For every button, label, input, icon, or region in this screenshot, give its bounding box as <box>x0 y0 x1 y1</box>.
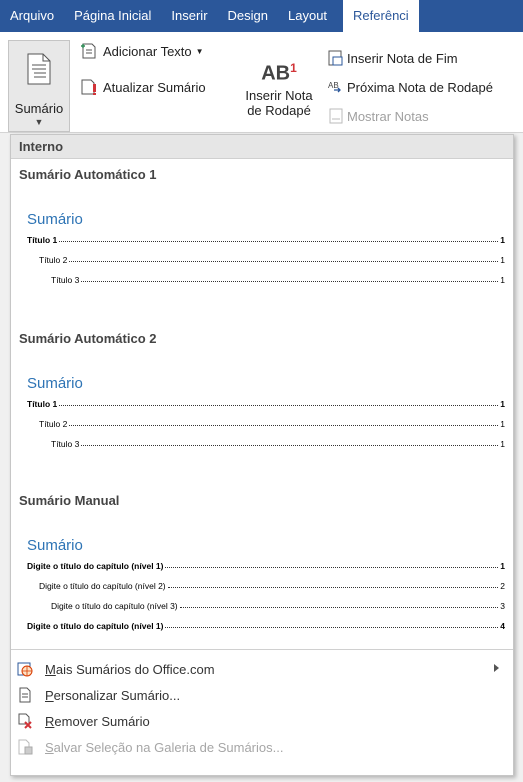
sumario-label: Sumário <box>14 101 64 116</box>
next-footnote-icon: AB <box>328 81 341 93</box>
toc-row-page: 1 <box>500 275 505 285</box>
accelerator-key: P <box>45 687 54 703</box>
section-header-interno: Interno <box>11 135 513 159</box>
toc-heading: Sumário <box>27 211 83 228</box>
toc-row-page: 1 <box>500 235 505 245</box>
atualizar-sumario-label: Atualizar Sumário <box>103 79 206 95</box>
inserir-nota-fim-button[interactable]: Inserir Nota de Fim <box>328 50 458 66</box>
gallery-item-manual[interactable]: Sumário Digite o título do capítulo (nív… <box>11 511 513 641</box>
menu-item-label-rest: alvar Seleção na Galeria de Sumários... <box>53 739 284 755</box>
toc-row: Digite o título do capítulo (nível 1) 4 <box>27 617 505 631</box>
gallery-item-automatico-1[interactable]: Sumário Título 1 1 Título 2 1 Título 3 1 <box>11 185 513 315</box>
tab-arquivo[interactable]: Arquivo <box>0 0 64 32</box>
toc-row-text: Título 2 <box>39 255 68 265</box>
tab-referencias[interactable]: Referênci <box>343 0 419 32</box>
toc-row-page: 4 <box>500 621 505 631</box>
menu-item-label-rest: ersonalizar Sumário... <box>53 687 181 703</box>
toc-row-text: Digite o título do capítulo (nível 3) <box>51 601 178 611</box>
adicionar-texto-button[interactable]: Adicionar Texto ▼ <box>80 42 204 60</box>
svg-text:AB: AB <box>328 81 339 90</box>
footnote-icon-superscript: 1 <box>290 61 297 75</box>
accelerator-key: S <box>45 739 54 755</box>
proxima-nota-label: Próxima Nota de Rodapé <box>347 79 493 95</box>
sumario-button[interactable]: Sumário ▼ <box>8 40 70 132</box>
toc-row-page: 1 <box>500 255 505 265</box>
toc-heading: Sumário <box>27 375 83 392</box>
toc-row: Título 3 1 <box>27 271 505 285</box>
toc-row: Título 3 1 <box>27 435 505 449</box>
menu-item-label: Remover Sumário <box>45 714 150 729</box>
menu-item-salvar-selecao[interactable]: Salvar Seleção na Galeria de Sumários... <box>11 735 513 759</box>
toc-row-page: 1 <box>500 419 505 429</box>
toc-row-text: Digite o título do capítulo (nível 1) <box>27 621 164 631</box>
menu-item-label: Personalizar Sumário... <box>45 688 180 703</box>
tab-design[interactable]: Design <box>218 0 278 32</box>
tab-pagina-inicial[interactable]: Página Inicial <box>64 0 161 32</box>
accelerator-key: R <box>45 713 55 729</box>
menu-item-personalizar-sumario[interactable]: Personalizar Sumário... <box>11 683 513 707</box>
refresh-document-icon <box>81 79 96 95</box>
document-settings-icon <box>17 687 33 703</box>
toc-row-page: 1 <box>500 399 505 409</box>
menu-item-label-rest: ais Sumários do Office.com <box>55 661 215 677</box>
proxima-nota-button[interactable]: AB Próxima Nota de Rodapé <box>328 79 493 95</box>
menu-item-remover-sumario[interactable]: Remover Sumário <box>11 709 513 733</box>
footnote-icon: AB1 <box>240 50 318 88</box>
gallery-title-manual: Sumário Manual <box>19 493 120 508</box>
gallery-title-automatico-1: Sumário Automático 1 <box>19 167 157 182</box>
gallery-item-automatico-2[interactable]: Sumário Título 1 1 Título 2 1 Título 3 1 <box>11 349 513 479</box>
inserir-nota-fim-label: Inserir Nota de Fim <box>347 50 458 66</box>
remove-document-icon <box>17 713 33 729</box>
toc-row-text: Título 2 <box>39 419 68 429</box>
tab-inserir[interactable]: Inserir <box>161 0 217 32</box>
save-to-gallery-icon <box>17 739 33 755</box>
toc-row-text: Título 3 <box>51 439 80 449</box>
menu-item-label-rest: emover Sumário <box>54 713 150 729</box>
inserir-nota-label-line2: de Rodapé <box>247 103 311 118</box>
menu-item-mais-sumarios[interactable]: Mais Sumários do Office.com <box>11 657 513 681</box>
toc-row: Título 2 1 <box>27 251 505 265</box>
inserir-nota-rodape-button[interactable]: AB1 Inserir Nota de Rodapé <box>240 50 318 118</box>
toc-row: Digite o título do capítulo (nível 3) 3 <box>27 597 505 611</box>
show-notes-icon <box>329 108 343 124</box>
toc-row-text: Título 3 <box>51 275 80 285</box>
toc-row-text: Digite o título do capítulo (nível 1) <box>27 561 164 571</box>
toc-row-text: Título 1 <box>27 235 58 245</box>
chevron-down-icon: ▼ <box>34 117 44 127</box>
toc-row-text: Título 1 <box>27 399 58 409</box>
mostrar-notas-button[interactable]: Mostrar Notas <box>328 108 429 124</box>
toc-row: Digite o título do capítulo (nível 2) 2 <box>27 577 505 591</box>
menu-item-label: Mais Sumários do Office.com <box>45 662 215 677</box>
menu-separator <box>11 649 513 650</box>
add-text-icon <box>81 43 96 59</box>
endnote-icon <box>328 50 343 66</box>
adicionar-texto-label: Adicionar Texto <box>103 43 192 59</box>
toc-row: Título 1 1 <box>27 231 505 245</box>
inserir-nota-label-line1: Inserir Nota <box>245 88 313 103</box>
sumario-dropdown: Interno Sumário Automático 1 Sumário Tít… <box>10 134 514 776</box>
ribbon-tab-bar: Arquivo Página Inicial Inserir Design La… <box>0 0 523 32</box>
office-globe-icon <box>17 661 33 677</box>
toc-row: Título 2 1 <box>27 415 505 429</box>
toc-row: Título 1 1 <box>27 395 505 409</box>
atualizar-sumario-button[interactable]: Atualizar Sumário <box>80 78 206 96</box>
chevron-down-icon: ▼ <box>195 46 204 56</box>
toc-row-page: 2 <box>500 581 505 591</box>
toc-row-page: 1 <box>500 439 505 449</box>
submenu-arrow-icon <box>494 664 499 672</box>
mostrar-notas-label: Mostrar Notas <box>347 108 429 124</box>
footnote-icon-letters: AB <box>261 62 291 85</box>
toc-heading: Sumário <box>27 537 83 554</box>
tab-layout[interactable]: Layout <box>278 0 337 32</box>
toc-row-page: 3 <box>500 601 505 611</box>
ribbon-panel: Sumário ▼ Adicionar Texto ▼ Atualizar Su… <box>0 32 523 133</box>
accelerator-key: M <box>45 661 56 677</box>
table-of-contents-icon <box>27 53 51 85</box>
menu-item-label: Salvar Seleção na Galeria de Sumários... <box>45 740 283 755</box>
toc-row: Digite o título do capítulo (nível 1) 1 <box>27 557 505 571</box>
toc-row-text: Digite o título do capítulo (nível 2) <box>39 581 166 591</box>
gallery-title-automatico-2: Sumário Automático 2 <box>19 331 157 346</box>
toc-row-page: 1 <box>500 561 505 571</box>
